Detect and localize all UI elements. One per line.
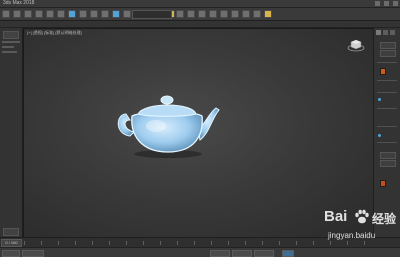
timeline-tick xyxy=(313,241,314,245)
explorer-row[interactable] xyxy=(2,46,14,48)
link-icon[interactable] xyxy=(24,10,32,18)
scene-explorer-tab[interactable] xyxy=(3,31,19,39)
redo-icon[interactable] xyxy=(13,10,21,18)
parameter-spinner[interactable] xyxy=(380,152,396,159)
create-tab-icon[interactable] xyxy=(376,30,381,35)
close-icon[interactable] xyxy=(393,1,398,6)
minimize-icon[interactable] xyxy=(375,1,380,6)
curve-editor-icon[interactable] xyxy=(209,10,217,18)
panel-divider xyxy=(377,108,397,109)
watermark-brand-suffix: 经验 xyxy=(372,212,397,226)
align-icon[interactable] xyxy=(187,10,195,18)
scene-explorer-panel xyxy=(0,28,23,244)
mirror-icon[interactable] xyxy=(176,10,184,18)
schematic-view-icon[interactable] xyxy=(220,10,228,18)
layer-explorer-icon[interactable] xyxy=(198,10,206,18)
select-object-icon[interactable] xyxy=(68,10,76,18)
timeline-tick xyxy=(143,241,144,245)
viewcube-icon[interactable] xyxy=(347,38,365,52)
material-swatch[interactable] xyxy=(380,180,386,187)
select-rotate-icon[interactable] xyxy=(123,10,131,18)
maximize-icon[interactable] xyxy=(384,1,389,6)
command-panel-tabs xyxy=(376,30,395,35)
timeline-tick xyxy=(75,241,76,245)
panel-divider xyxy=(377,80,397,81)
timeline-tick xyxy=(160,241,161,245)
timeline-tick xyxy=(41,241,42,245)
timeline-tick xyxy=(92,241,93,245)
panel-divider xyxy=(377,126,397,127)
timeline-tick xyxy=(24,241,25,245)
watermark-brand-prefix: Bai xyxy=(324,208,348,225)
window-crossing-icon[interactable] xyxy=(101,10,109,18)
main-toolbar xyxy=(0,8,400,21)
explorer-row[interactable] xyxy=(2,41,20,43)
timeline-tick xyxy=(296,241,297,245)
timeline-tick xyxy=(262,241,263,245)
unlink-icon[interactable] xyxy=(35,10,43,18)
timeline-tick xyxy=(211,241,212,245)
timeline-tick xyxy=(126,241,127,245)
frame-slider[interactable]: 0 / 100 xyxy=(1,239,22,247)
panel-divider xyxy=(377,142,397,143)
viewport-label[interactable]: [+] [透视] [标准] [默认明暗处理] xyxy=(27,30,82,36)
explorer-footer-button[interactable] xyxy=(3,228,19,236)
undo-icon[interactable] xyxy=(2,10,10,18)
object-type-button[interactable] xyxy=(380,42,396,49)
radio-icon[interactable] xyxy=(378,134,381,137)
ribbon-strip xyxy=(0,21,400,28)
app-title: 3ds Max 2018 xyxy=(3,0,35,6)
teapot-object[interactable] xyxy=(116,86,220,160)
timeline-tick xyxy=(245,241,246,245)
hierarchy-tab-icon[interactable] xyxy=(390,30,395,35)
timeline-ticks xyxy=(24,241,370,245)
object-type-button[interactable] xyxy=(380,50,396,57)
select-by-name-icon[interactable] xyxy=(79,10,87,18)
timeline-tick xyxy=(177,241,178,245)
render-setup-icon[interactable] xyxy=(242,10,250,18)
parameter-spinner[interactable] xyxy=(380,160,396,167)
render-icon[interactable] xyxy=(264,10,272,18)
explorer-row[interactable] xyxy=(2,51,17,53)
toolbar-right-icons xyxy=(176,10,272,18)
rectangular-selection-icon[interactable] xyxy=(90,10,98,18)
render-frame-icon[interactable] xyxy=(253,10,261,18)
selection-filter-icon[interactable] xyxy=(57,10,65,18)
timeline-tick xyxy=(228,241,229,245)
material-editor-icon[interactable] xyxy=(231,10,239,18)
panel-divider xyxy=(377,62,397,63)
window-controls xyxy=(375,0,398,7)
watermark-url: jingyan.baidu xyxy=(328,231,376,240)
baidu-jingyan-watermark: Bai 经验 jingyan.baidu xyxy=(322,206,400,250)
timeline-tick xyxy=(109,241,110,245)
timeline-tick xyxy=(194,241,195,245)
object-color-swatch[interactable] xyxy=(380,68,386,75)
named-selection-sets-dropdown[interactable] xyxy=(132,10,172,19)
panel-divider xyxy=(377,92,397,93)
timeline-tick xyxy=(279,241,280,245)
paw-logo-icon xyxy=(355,209,369,224)
modify-tab-icon[interactable] xyxy=(383,30,388,35)
select-move-icon[interactable] xyxy=(112,10,120,18)
title-bar: 3ds Max 2018 xyxy=(0,0,400,8)
timeline-tick xyxy=(58,241,59,245)
bind-space-warp-icon[interactable] xyxy=(46,10,54,18)
radio-icon[interactable] xyxy=(378,98,381,101)
